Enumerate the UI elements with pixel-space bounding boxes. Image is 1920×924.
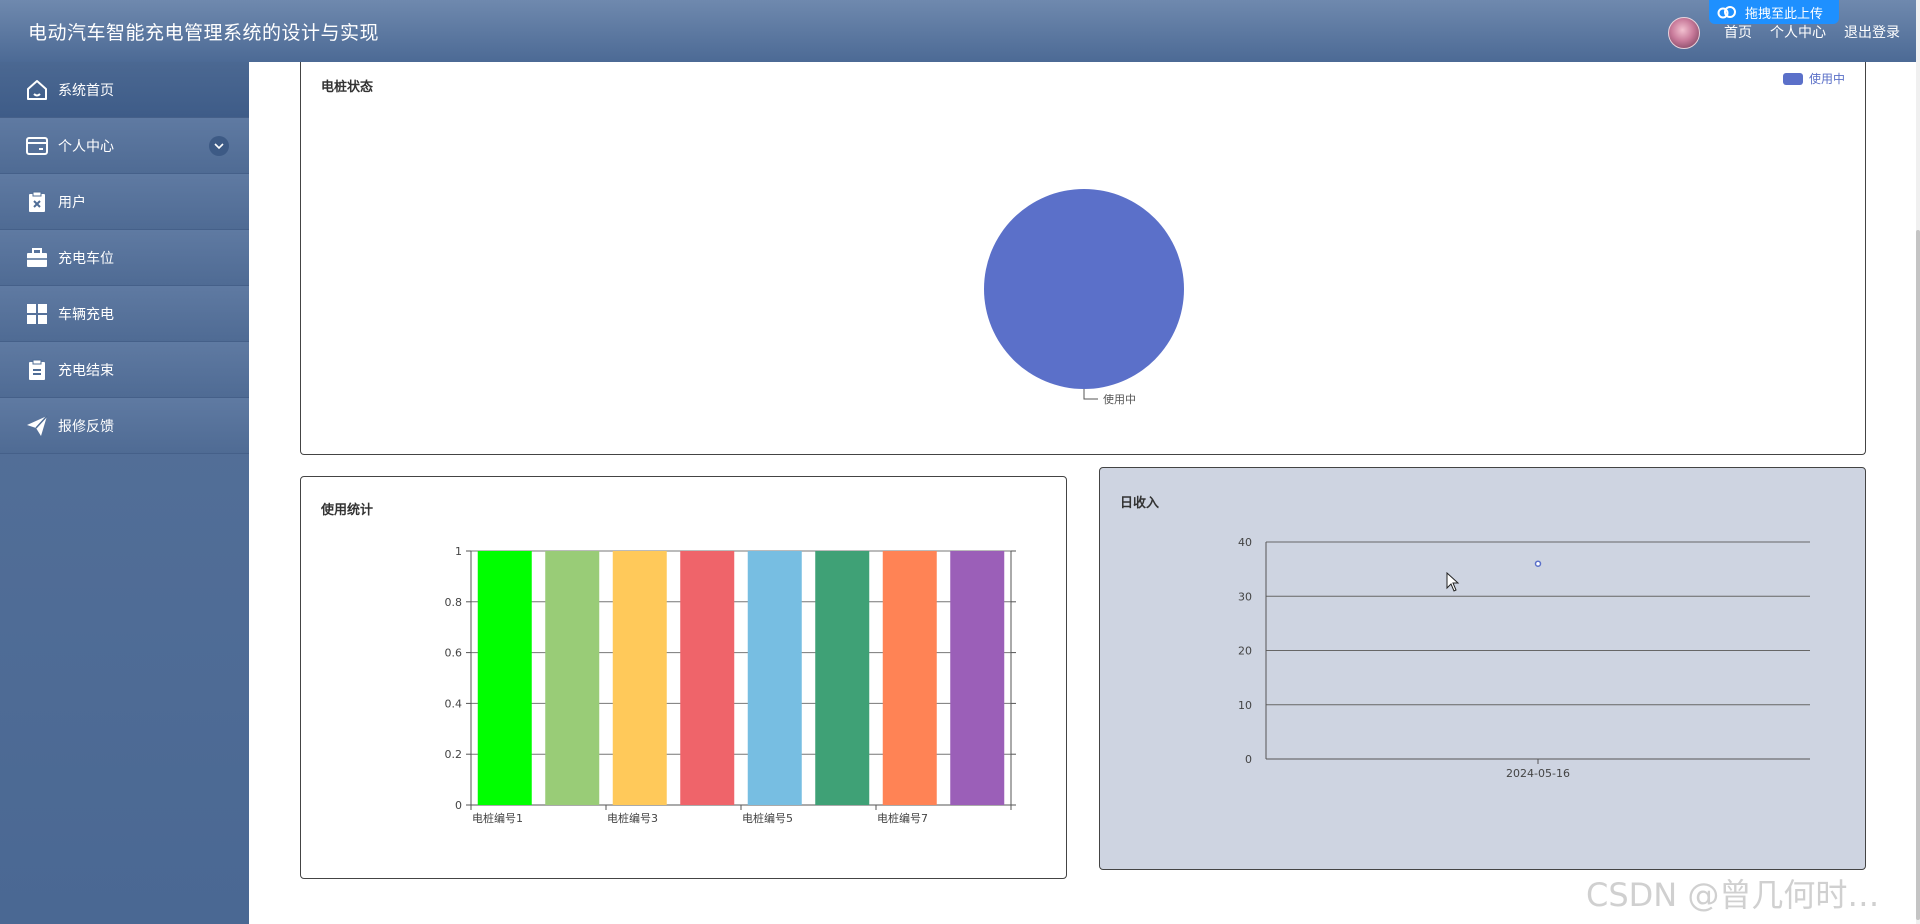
sidebar-item-label: 个人中心 xyxy=(58,138,114,155)
scatter-ytick-label: 30 xyxy=(1238,590,1252,603)
sidebar-item-label: 用户 xyxy=(58,194,86,211)
scatter-ytick-label: 10 xyxy=(1238,699,1252,712)
sidebar-item-label: 系统首页 xyxy=(58,82,114,99)
usage-stats-panel: 使用统计 0 0.2 0.4 0.6 0.8 1 电桩编号1 电桩编号3 电桩编号5 电桩编号7 xyxy=(300,476,1067,879)
top-header: 电动汽车智能充电管理系统的设计与实现 首页 个人中心 退出登录 xyxy=(0,0,1916,62)
briefcase-icon xyxy=(24,245,50,271)
logout-link[interactable]: 退出登录 xyxy=(1844,22,1900,42)
scatter-ytick-label: 0 xyxy=(1245,753,1252,766)
sidebar-item-repair-feedback[interactable]: 报修反馈 xyxy=(0,398,249,454)
sidebar-item-label: 充电车位 xyxy=(58,250,114,267)
sidebar-item-label: 报修反馈 xyxy=(58,418,114,435)
bar-7 xyxy=(882,551,937,805)
user-avatar[interactable] xyxy=(1668,17,1700,49)
bar-ytick-label: 0.2 xyxy=(445,748,463,761)
scatter-ytick-label: 20 xyxy=(1238,645,1252,658)
bar-1 xyxy=(477,551,532,805)
bar-ytick-label: 0.4 xyxy=(445,697,463,710)
upload-drop-tip[interactable]: 拖拽至此上传 xyxy=(1709,0,1839,24)
home-icon xyxy=(24,77,50,103)
sidebar-item-label: 车辆充电 xyxy=(58,306,114,323)
pile-status-pie-chart: 使用中 xyxy=(984,189,1184,406)
sidebar-item-charging-end[interactable]: 充电结束 xyxy=(0,342,249,398)
sidebar-item-profile[interactable]: 个人中心 xyxy=(0,118,249,174)
grid-icon xyxy=(24,301,50,327)
sidebar-item-vehicle-charging[interactable]: 车辆充电 xyxy=(0,286,249,342)
bar-ytick-label: 1 xyxy=(455,545,462,558)
bar-8 xyxy=(950,551,1005,805)
bar-2 xyxy=(545,551,600,805)
bar-ytick-label: 0 xyxy=(455,799,462,812)
usage-stats-bar-chart: 0 0.2 0.4 0.6 0.8 1 电桩编号1 电桩编号3 电桩编号5 电桩编号7 xyxy=(445,545,1016,825)
scatter-xtick-label: 2024-05-16 xyxy=(1506,767,1570,780)
bar-5 xyxy=(747,551,802,805)
bar-ytick-label: 0.8 xyxy=(445,596,463,609)
paper-plane-icon xyxy=(24,413,50,439)
page-scrollbar[interactable] xyxy=(1916,0,1920,924)
pile-status-panel: 电桩状态 使用中 使用中 xyxy=(300,62,1866,455)
clipboard-x-icon xyxy=(24,189,50,215)
clipboard-icon xyxy=(24,357,50,383)
pie-slice-label: 使用中 xyxy=(1103,393,1136,406)
mouse-cursor-icon xyxy=(1446,572,1460,592)
sidebar-item-home[interactable]: 系统首页 xyxy=(0,62,249,118)
chevron-down-icon[interactable] xyxy=(209,135,229,156)
app-title: 电动汽车智能充电管理系统的设计与实现 xyxy=(28,22,380,44)
upload-tip-label: 拖拽至此上传 xyxy=(1745,6,1824,22)
bar-ytick-label: 0.6 xyxy=(445,647,463,660)
pie-slice-0 xyxy=(984,189,1184,389)
sidebar-item-users[interactable]: 用户 xyxy=(0,174,249,230)
profile-link[interactable]: 个人中心 xyxy=(1770,22,1826,42)
bar-xtick-label: 电桩编号3 xyxy=(607,811,658,825)
csdn-watermark: CSDN @曾几何时… xyxy=(1586,876,1880,914)
sidebar: 系统首页 个人中心 用户 充电车位 车辆充电 充电结束 报修反馈 xyxy=(0,62,249,924)
pie-label-line xyxy=(1083,389,1098,400)
scroll-thumb[interactable] xyxy=(1916,230,1920,920)
bar-xtick-label: 电桩编号7 xyxy=(877,811,928,825)
home-link[interactable]: 首页 xyxy=(1724,22,1752,42)
cloud-upload-icon xyxy=(1717,5,1737,19)
bar-3 xyxy=(612,551,667,805)
daily-income-scatter-chart: 0 10 20 30 40 2024-05-16 xyxy=(1238,536,1810,780)
scatter-ytick-label: 40 xyxy=(1238,536,1252,549)
card-icon xyxy=(24,133,50,159)
sidebar-item-charging-spots[interactable]: 充电车位 xyxy=(0,230,249,286)
bar-xtick-label: 电桩编号5 xyxy=(742,811,793,825)
daily-income-panel: 日收入 0 10 20 30 40 2024-05-16 xyxy=(1099,467,1866,870)
header-links: 首页 个人中心 退出登录 xyxy=(1724,22,1900,42)
bar-xtick-label: 电桩编号1 xyxy=(472,811,523,825)
bar-4 xyxy=(680,551,735,805)
scatter-point-0 xyxy=(1534,560,1542,567)
bar-6 xyxy=(815,551,870,805)
sidebar-item-label: 充电结束 xyxy=(58,362,114,379)
